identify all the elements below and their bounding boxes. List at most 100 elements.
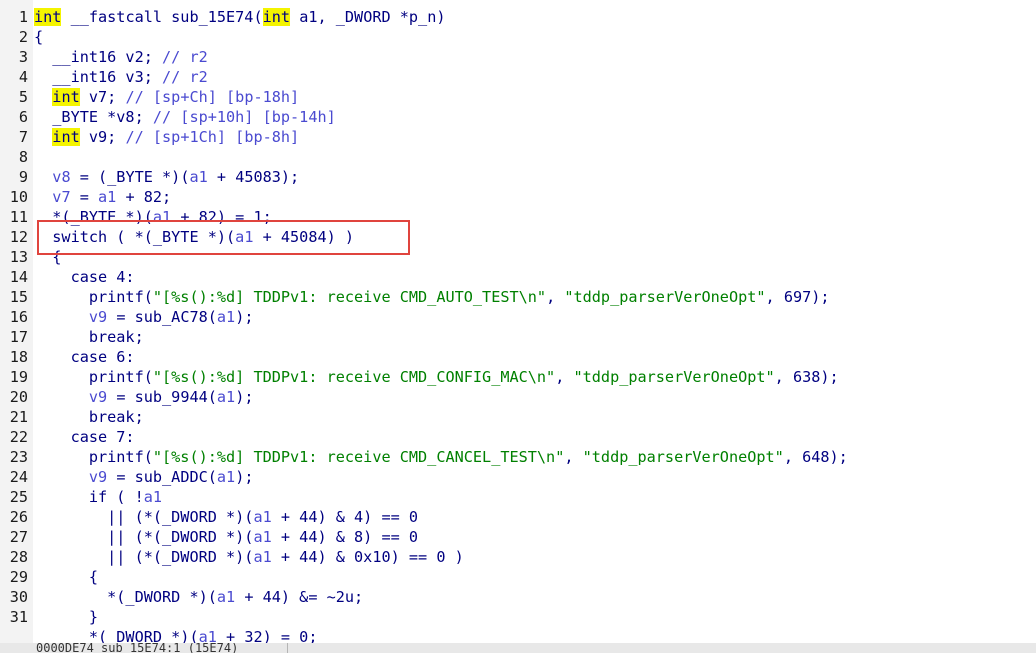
- code-text: *(_DWORD *)(a1 + 44) &= ~2u;: [34, 587, 363, 607]
- code-line[interactable]: 28 || (*(_DWORD *)(a1 + 44) & 0x10) == 0…: [0, 547, 848, 567]
- string-literal: "[%s():%d] TDDPv1: receive CMD_AUTO_TEST…: [152, 288, 547, 306]
- variable-name[interactable]: v8: [52, 168, 70, 186]
- code-token: =: [70, 188, 99, 206]
- variable-name[interactable]: a1: [253, 508, 271, 526]
- line-number: 29: [9, 568, 28, 586]
- code-line[interactable]: 23 printf("[%s():%d] TDDPv1: receive CMD…: [0, 447, 848, 467]
- code-line[interactable]: 3 __int16 v2; // r2: [0, 47, 848, 67]
- code-line[interactable]: 12 switch ( *(_BYTE *)(a1 + 45084) ): [0, 227, 848, 247]
- code-line[interactable]: 19 printf("[%s():%d] TDDPv1: receive CMD…: [0, 367, 848, 387]
- comment: // [sp+10h] [bp-14h]: [152, 108, 336, 126]
- code-line[interactable]: 9 v8 = (_BYTE *)(a1 + 45083);: [0, 167, 848, 187]
- code-line[interactable]: 14 case 4:: [0, 267, 848, 287]
- code-line[interactable]: 6 _BYTE *v8; // [sp+10h] [bp-14h]: [0, 107, 848, 127]
- code-text: *(_DWORD *)(a1 + 32) = 0;: [34, 627, 318, 643]
- code-text: || (*(_DWORD *)(a1 + 44) & 4) == 0: [34, 507, 418, 527]
- code-line[interactable]: 18 case 6:: [0, 347, 848, 367]
- code-token: );: [235, 468, 254, 486]
- code-token: case 6:: [34, 348, 135, 366]
- code-text: break;: [34, 327, 144, 347]
- code-line[interactable]: 11 *(_BYTE *)(a1 + 82) = 1;: [0, 207, 848, 227]
- code-line[interactable]: 17 break;: [0, 327, 848, 347]
- code-text: case 6:: [34, 347, 135, 367]
- code-line[interactable]: 27 || (*(_DWORD *)(a1 + 44) & 8) == 0: [0, 527, 848, 547]
- code-line[interactable]: 10 v7 = a1 + 82;: [0, 187, 848, 207]
- code-line[interactable]: 24 v9 = sub_ADDC(a1);: [0, 467, 848, 487]
- line-number: 26: [9, 508, 28, 526]
- variable-name[interactable]: a1: [153, 208, 171, 226]
- comment: // [sp+Ch] [bp-18h]: [125, 88, 300, 106]
- status-address: 0000DE74 sub_15E74:1 (15E74): [36, 643, 239, 653]
- variable-name[interactable]: a1: [199, 628, 217, 643]
- code-line[interactable]: 21 break;: [0, 407, 848, 427]
- variable-name[interactable]: a1: [253, 528, 271, 546]
- code-line[interactable]: 29 {: [0, 567, 848, 587]
- line-number: 27: [9, 528, 28, 546]
- type-keyword-highlight[interactable]: int: [52, 128, 80, 146]
- code-text: case 4:: [34, 267, 135, 287]
- code-line[interactable]: 7 int v9; // [sp+1Ch] [bp-8h]: [0, 127, 848, 147]
- code-token: _BYTE *v8;: [34, 108, 153, 126]
- line-number: 2: [18, 28, 28, 46]
- code-token: __fastcall sub_15E74(: [61, 8, 263, 26]
- code-line[interactable]: 1 int __fastcall sub_15E74(int a1, _DWORD…: [0, 7, 848, 27]
- code-line[interactable]: 4 __int16 v3; // r2: [0, 67, 848, 87]
- code-line[interactable]: *(_DWORD *)(a1 + 32) = 0;: [0, 627, 848, 643]
- variable-name[interactable]: a1: [98, 188, 116, 206]
- code-line[interactable]: 15 printf("[%s():%d] TDDPv1: receive CMD…: [0, 287, 848, 307]
- code-text: int v7; // [sp+Ch] [bp-18h]: [34, 87, 299, 107]
- code-token: + 44) & 4) == 0: [271, 508, 419, 526]
- code-line[interactable]: 26 || (*(_DWORD *)(a1 + 44) & 4) == 0: [0, 507, 848, 527]
- code-text: printf("[%s():%d] TDDPv1: receive CMD_AU…: [34, 287, 830, 307]
- code-line[interactable]: 8: [0, 147, 848, 167]
- line-number: 17: [9, 328, 28, 346]
- variable-name[interactable]: a1: [217, 308, 235, 326]
- code-line[interactable]: 20 v9 = sub_9944(a1);: [0, 387, 848, 407]
- pseudocode-view[interactable]: 1 int __fastcall sub_15E74(int a1, _DWORD…: [0, 0, 1036, 643]
- code-line[interactable]: 13 {: [0, 247, 848, 267]
- variable-name[interactable]: a1: [253, 548, 271, 566]
- variable-name[interactable]: a1: [217, 588, 235, 606]
- code-token: = sub_AC78(: [107, 308, 217, 326]
- code-text: {: [34, 567, 98, 587]
- code-line[interactable]: 16 v9 = sub_AC78(a1);: [0, 307, 848, 327]
- string-literal: "tddp_parserVerOneOpt": [582, 448, 784, 466]
- code-text: int v9; // [sp+1Ch] [bp-8h]: [34, 127, 299, 147]
- code-token: = sub_ADDC(: [107, 468, 217, 486]
- code-text: __int16 v2; // r2: [34, 47, 207, 67]
- code-token: v9;: [79, 128, 126, 146]
- code-token: + 82;: [116, 188, 172, 206]
- code-token: a1, _DWORD *p_n): [290, 8, 446, 26]
- code-line[interactable]: 25 if ( !a1: [0, 487, 848, 507]
- code-line[interactable]: 22 case 7:: [0, 427, 848, 447]
- code-text: {: [34, 247, 61, 267]
- variable-name[interactable]: v9: [89, 388, 107, 406]
- code-token: }: [34, 608, 99, 626]
- type-keyword-highlight[interactable]: int: [34, 8, 62, 26]
- type-keyword-highlight[interactable]: int: [262, 8, 291, 26]
- variable-name[interactable]: a1: [235, 228, 253, 246]
- variable-name[interactable]: v7: [52, 188, 70, 206]
- variable-name[interactable]: a1: [189, 168, 207, 186]
- code-token: {: [34, 568, 99, 586]
- code-token: , 697);: [765, 288, 830, 306]
- variable-name[interactable]: v9: [89, 468, 107, 486]
- code-line[interactable]: 30 *(_DWORD *)(a1 + 44) &= ~2u;: [0, 587, 848, 607]
- code-token: printf(: [34, 448, 153, 466]
- variable-name[interactable]: v9: [89, 308, 107, 326]
- comment: // [sp+1Ch] [bp-8h]: [125, 128, 300, 146]
- line-number: 8: [18, 148, 28, 166]
- code-line[interactable]: 31 }: [0, 607, 848, 627]
- line-number: 5: [18, 88, 28, 106]
- code-token: *(_DWORD *)(: [34, 628, 199, 643]
- variable-name[interactable]: a1: [144, 488, 162, 506]
- code-line[interactable]: 5 int v7; // [sp+Ch] [bp-18h]: [0, 87, 848, 107]
- line-number: 6: [18, 108, 28, 126]
- type-keyword-highlight[interactable]: int: [52, 88, 80, 106]
- variable-name[interactable]: a1: [217, 468, 235, 486]
- variable-name[interactable]: a1: [217, 388, 235, 406]
- code-line[interactable]: 2{: [0, 27, 848, 47]
- code-token: );: [235, 388, 254, 406]
